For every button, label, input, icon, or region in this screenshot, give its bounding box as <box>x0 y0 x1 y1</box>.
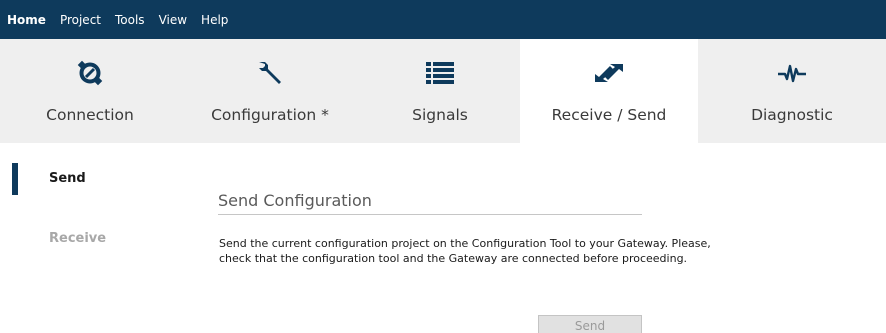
send-button[interactable]: Send <box>538 315 642 333</box>
tab-label: Diagnostic <box>751 106 833 124</box>
tab-receive-send[interactable]: Receive / Send <box>520 39 698 143</box>
connection-icon <box>76 58 104 88</box>
menu-bar: Home Project Tools View Help <box>0 0 886 39</box>
tab-label: Configuration * <box>211 106 329 124</box>
list-icon <box>426 58 454 88</box>
menu-home[interactable]: Home <box>7 13 46 27</box>
menu-project[interactable]: Project <box>60 13 101 27</box>
tab-configuration[interactable]: Configuration * <box>180 39 360 143</box>
tab-label: Receive / Send <box>551 106 667 124</box>
nav-item-send[interactable]: Send <box>49 171 86 186</box>
tab-signals[interactable]: Signals <box>360 39 520 143</box>
tab-connection[interactable]: Connection <box>0 39 180 143</box>
tab-diagnostic[interactable]: Diagnostic <box>698 39 886 143</box>
menu-tools[interactable]: Tools <box>115 13 145 27</box>
nav-item-receive[interactable]: Receive <box>49 231 106 246</box>
menu-view[interactable]: View <box>159 13 187 27</box>
transfer-arrows-icon <box>594 58 624 88</box>
section-title: Send Configuration <box>218 191 372 210</box>
tab-label: Connection <box>46 106 134 124</box>
ribbon: Connection Configuration * Signals Recei… <box>0 39 886 143</box>
waveform-icon <box>777 58 807 88</box>
nav-selected-indicator <box>12 163 18 195</box>
send-description: Send the current configuration project o… <box>219 237 711 265</box>
tab-label: Signals <box>412 106 468 124</box>
section-divider <box>218 214 642 215</box>
menu-help[interactable]: Help <box>201 13 228 27</box>
wrench-icon <box>255 58 285 88</box>
